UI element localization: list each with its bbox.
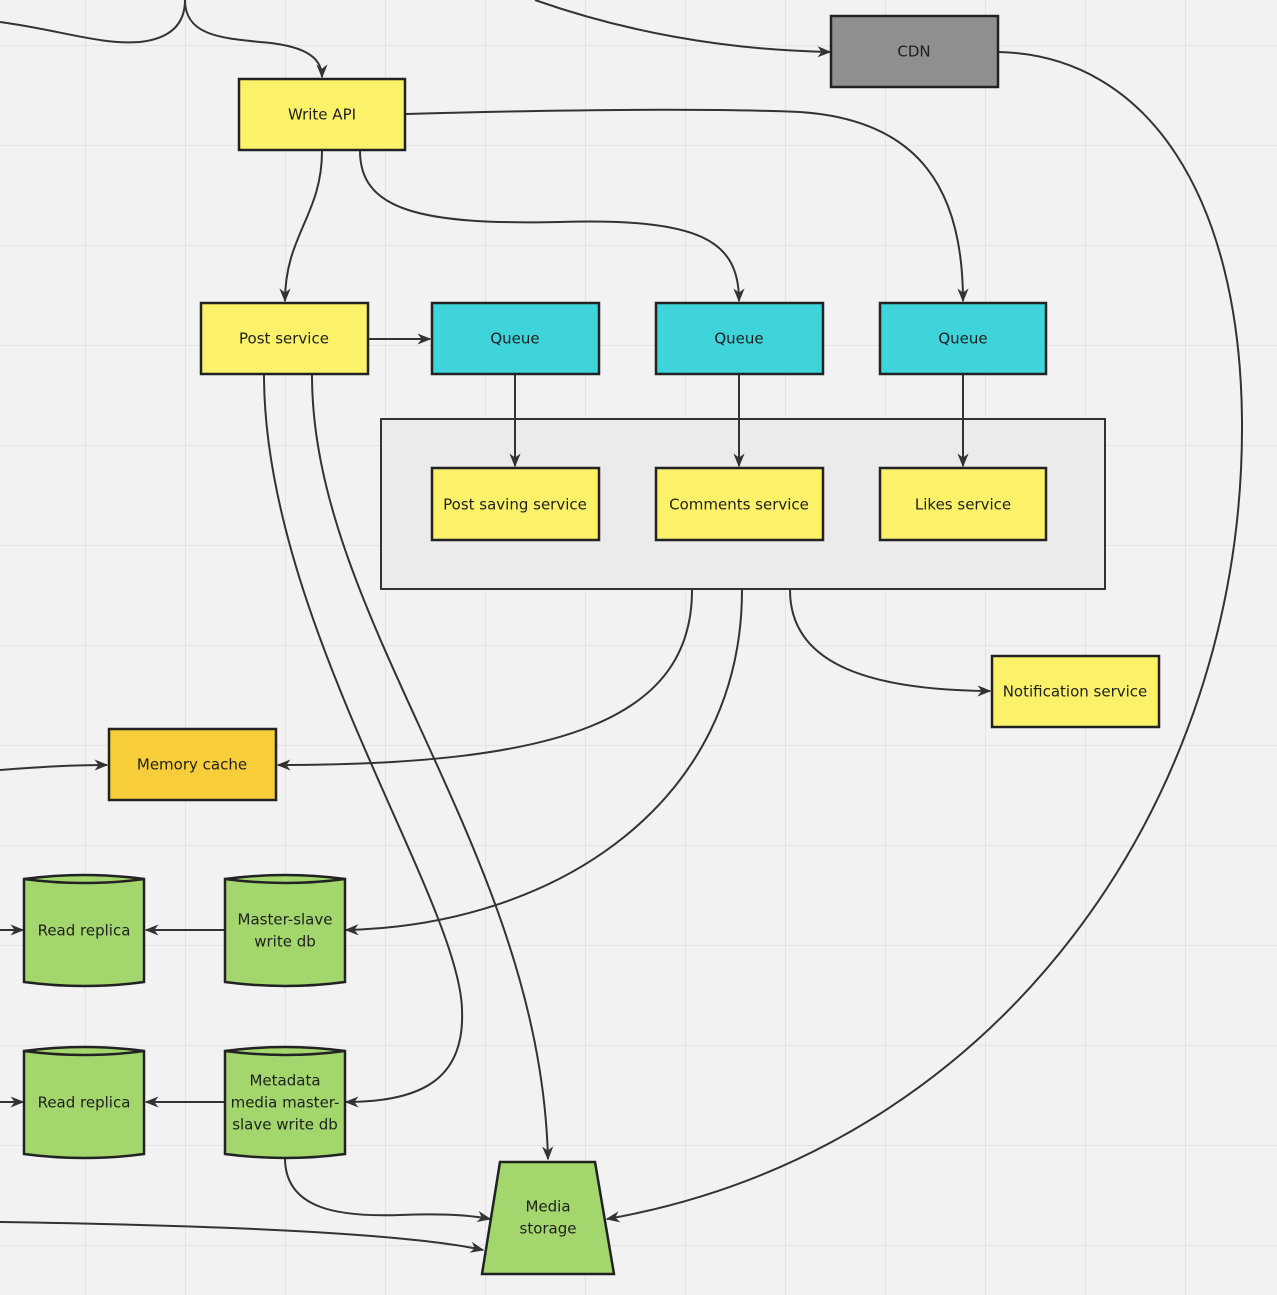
node-media-storage[interactable]: Media storage: [480, 1160, 616, 1276]
node-likes-service[interactable]: Likes service: [878, 466, 1048, 542]
edge-write-api-to-queue2[interactable]: [359, 150, 745, 303]
node-label: Post saving service: [443, 496, 587, 514]
edge-offscreen-to-write-api[interactable]: [184, 0, 328, 79]
node-label-line-2: write db: [254, 933, 316, 951]
node-read-replica-2[interactable]: Read replica: [22, 1045, 146, 1160]
edge-group-to-master-slave-db[interactable]: [344, 589, 743, 936]
node-label: Comments service: [669, 496, 809, 514]
node-cdn[interactable]: CDN: [829, 14, 1000, 89]
node-label-line-1: Metadata: [249, 1072, 320, 1090]
node-label-line-1: Media: [525, 1198, 570, 1216]
node-queue-3[interactable]: Queue: [878, 301, 1048, 376]
node-label-line-3: slave write db: [232, 1116, 338, 1134]
node-label-line-2: storage: [520, 1220, 577, 1238]
node-label: Likes service: [915, 496, 1011, 514]
edge-offscreen-to-cdn[interactable]: [534, 0, 832, 58]
edge-write-api-to-post-service[interactable]: [279, 150, 323, 303]
node-label: Queue: [938, 330, 987, 348]
node-queue-2[interactable]: Queue: [654, 301, 825, 376]
edge-write-api-to-queue3[interactable]: [405, 108, 969, 303]
node-label-line-1: Master-slave: [238, 911, 333, 929]
node-metadata-db[interactable]: Metadata media master- slave write db: [223, 1045, 347, 1160]
node-master-slave-db[interactable]: Master-slave write db: [223, 873, 347, 988]
node-label: Notification service: [1003, 683, 1148, 701]
edge-metadata-to-media-storage[interactable]: [284, 1157, 492, 1223]
node-read-replica-1[interactable]: Read replica: [22, 873, 146, 988]
node-label: Read replica: [38, 1094, 131, 1112]
node-write-api[interactable]: Write API: [237, 77, 407, 152]
node-label: Queue: [714, 330, 763, 348]
node-label: Write API: [288, 106, 356, 124]
node-queue-1[interactable]: Queue: [430, 301, 601, 376]
node-post-saving-service[interactable]: Post saving service: [430, 466, 601, 542]
diagram-svg: Write API CDN Post service Queue Queue Q…: [0, 0, 1244, 1276]
connectors: [0, 0, 1244, 1253]
edge-offscreen-to-memory-cache[interactable]: [0, 759, 109, 771]
diagram-canvas[interactable]: Write API CDN Post service Queue Queue Q…: [0, 0, 1277, 1295]
edge-cdn-to-media-storage[interactable]: [605, 51, 1244, 1223]
edge-group-to-memory-cache[interactable]: [276, 589, 693, 771]
node-label: Read replica: [38, 922, 131, 940]
edge-group-to-notification[interactable]: [789, 589, 992, 697]
node-notification-service[interactable]: Notification service: [990, 654, 1161, 729]
node-label: Queue: [490, 330, 539, 348]
node-label: CDN: [897, 43, 930, 61]
node-label: Memory cache: [137, 756, 247, 774]
node-label: Post service: [239, 330, 329, 348]
edge-offscreen-left-branch[interactable]: [0, 0, 186, 44]
edge-offscreen-to-media-storage[interactable]: [0, 1221, 485, 1253]
node-memory-cache[interactable]: Memory cache: [107, 727, 278, 802]
node-comments-service[interactable]: Comments service: [654, 466, 825, 542]
node-post-service[interactable]: Post service: [199, 301, 370, 376]
node-label-line-2: media master-: [231, 1094, 340, 1112]
